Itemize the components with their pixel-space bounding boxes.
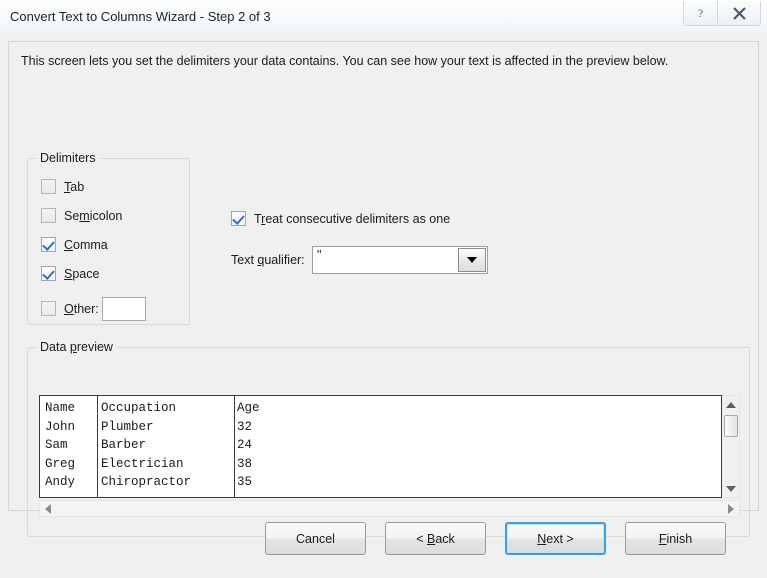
next-button-label: Next > [537, 531, 574, 546]
checkbox-other-label: Other: [64, 301, 99, 316]
close-button[interactable] [717, 1, 761, 26]
data-preview-cell: Barber [101, 438, 147, 452]
checkbox-comma-box[interactable] [41, 237, 56, 252]
content-panel: This screen lets you set the delimiters … [8, 41, 759, 537]
data-preview-grid[interactable]: Name Occupation Age John Plumber 32 Sam Barber 2… [39, 395, 722, 498]
checkbox-space-box[interactable] [41, 266, 56, 281]
other-delimiter-input[interactable] [102, 297, 146, 321]
data-preview-cell: John [45, 419, 76, 434]
checkbox-treat-consecutive-label: Treat consecutive delimiters as one [254, 211, 451, 226]
convert-text-to-columns-dialog: Convert Text to Columns Wizard - Step 2 … [0, 0, 767, 578]
checkbox-space[interactable]: Space [41, 266, 99, 281]
data-preview-cell: 35 [237, 475, 253, 489]
next-button[interactable]: Next > [505, 522, 606, 555]
data-preview-cell: Occupation [101, 401, 177, 415]
dialog-button-bar: Cancel < Back Next > Finish [0, 522, 767, 562]
data-preview-row: John Plumber 32 [40, 418, 357, 437]
checkbox-other-box[interactable] [41, 301, 56, 316]
data-preview-cell: Name [45, 401, 76, 415]
vertical-scrollbar-thumb[interactable] [724, 415, 738, 437]
finish-button-label: Finish [658, 531, 693, 546]
cancel-button[interactable]: Cancel [265, 522, 366, 555]
data-preview-cell: Sam [45, 438, 68, 452]
checkbox-semicolon-label: Semicolon [64, 208, 123, 223]
title-bar: Convert Text to Columns Wizard - Step 2 … [0, 0, 767, 38]
chevron-down-icon[interactable] [458, 248, 486, 272]
instruction-text: This screen lets you set the delimiters … [21, 54, 669, 68]
scroll-left-arrow-icon[interactable] [40, 501, 56, 516]
data-preview-group-label: Data preview [36, 340, 117, 354]
checkbox-other[interactable]: Other: [41, 301, 99, 316]
data-preview-group: Data preview Name Occupation Age John Plumbe… [27, 340, 750, 537]
data-preview-row: Andy Chiropractor 35 [40, 473, 357, 492]
data-preview-pane: Name Occupation Age John Plumber 32 Sam Barber 2… [39, 395, 740, 498]
cancel-button-label: Cancel [296, 531, 335, 546]
back-button-label: < Back [416, 531, 455, 546]
preview-horizontal-scrollbar[interactable] [39, 500, 740, 517]
scroll-up-arrow-icon[interactable] [723, 396, 739, 413]
window-controls: ? [683, 1, 761, 27]
data-preview-row: Name Occupation Age [40, 399, 357, 418]
back-button[interactable]: < Back [385, 522, 486, 555]
data-preview-rows: Name Occupation Age John Plumber 32 Sam Barber 2… [40, 399, 357, 492]
window-title: Convert Text to Columns Wizard - Step 2 … [10, 9, 271, 24]
scroll-right-arrow-icon[interactable] [723, 501, 739, 516]
data-preview-cell: Andy [45, 475, 76, 489]
finish-button[interactable]: Finish [625, 522, 726, 555]
data-preview-row: Sam Barber 24 [40, 436, 357, 455]
checkbox-comma-label: Comma [64, 237, 108, 252]
svg-text:?: ? [698, 6, 703, 20]
help-button[interactable]: ? [683, 1, 717, 26]
data-preview-cell: 38 [237, 456, 253, 471]
text-qualifier-value: " [317, 248, 322, 262]
checkbox-tab-label: Tab [64, 179, 85, 194]
checkbox-treat-consecutive-delimiters[interactable]: Treat consecutive delimiters as one [231, 211, 450, 226]
scroll-down-arrow-icon[interactable] [723, 480, 739, 497]
text-qualifier-combobox[interactable]: " [312, 246, 488, 274]
checkbox-treat-consecutive-box[interactable] [231, 211, 246, 226]
checkbox-space-label: Space [64, 266, 100, 281]
text-qualifier-label: Text qualifier: [231, 253, 305, 267]
preview-vertical-scrollbar[interactable] [723, 395, 740, 498]
question-mark-icon: ? [694, 6, 707, 20]
data-preview-cell: Chiropractor [101, 475, 192, 489]
checkbox-tab-box[interactable] [41, 179, 56, 194]
data-preview-cell: 24 [237, 438, 253, 452]
checkbox-semicolon-box[interactable] [41, 208, 56, 223]
data-preview-cell: Electrician [101, 456, 184, 471]
close-x-icon [732, 6, 747, 20]
delimiters-group-label: Delimiters [36, 151, 100, 165]
data-preview-row: Greg Electrician 38 [40, 455, 357, 474]
data-preview-cell: Greg [45, 456, 76, 471]
checkbox-comma[interactable]: Comma [41, 237, 108, 252]
checkbox-semicolon[interactable]: Semicolon [41, 208, 122, 223]
data-preview-cell: Age [237, 401, 260, 415]
data-preview-cell: Plumber [101, 419, 154, 434]
data-preview-cell: 32 [237, 419, 253, 434]
checkbox-tab[interactable]: Tab [41, 179, 84, 194]
